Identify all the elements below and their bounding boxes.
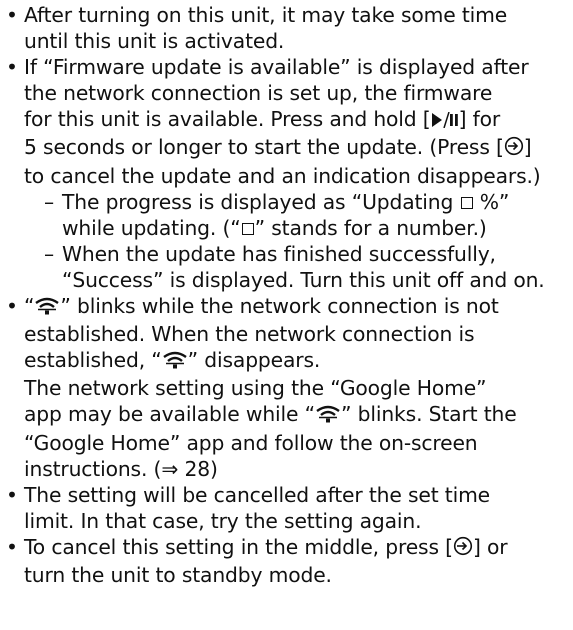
- text-line: while updating. (“ ” stands for a number.…: [62, 215, 570, 241]
- dash-marker: –: [44, 189, 54, 214]
- text-segment: “: [24, 294, 35, 319]
- text-line: limit. In that case, try the setting aga…: [24, 508, 422, 533]
- text-line: The progress is displayed as “Updating %…: [62, 189, 570, 215]
- text-line: To cancel this setting in the middle, pr…: [24, 534, 570, 562]
- box-placeholder-icon: [460, 196, 473, 209]
- text-segment: %”: [473, 189, 510, 214]
- text-line: app may be available while “ ” blinks. St…: [24, 401, 570, 429]
- power-input-icon: [504, 136, 524, 162]
- text-segment: established, “: [24, 348, 162, 373]
- wifi-icon: [34, 295, 60, 321]
- text-line: to cancel the update and an indication d…: [24, 163, 541, 188]
- sub-list-item: – The progress is displayed as “Updating…: [24, 189, 570, 241]
- bullet-marker: •: [6, 294, 18, 319]
- text-line: The setting will be cancelled after the …: [24, 482, 491, 507]
- bullet-marker: •: [6, 482, 18, 507]
- text-segment: ” disappears.: [187, 348, 321, 373]
- text-line: “ ” blinks while the network connection i…: [24, 293, 570, 321]
- instruction-list: • After turning on this unit, it may tak…: [4, 2, 570, 588]
- text-line: for this unit is available. Press and ho…: [24, 106, 570, 134]
- play-pause-icon: [431, 108, 459, 134]
- text-segment: app may be available while “: [24, 402, 315, 427]
- power-input-icon: [453, 536, 473, 562]
- list-item: • After turning on this unit, it may tak…: [4, 2, 570, 54]
- text-line: instructions. (⇒ 28): [24, 456, 218, 481]
- text-line: 5 seconds or longer to start the update.…: [24, 134, 570, 162]
- text-line: If “Firmware update is available” is dis…: [24, 55, 529, 80]
- text-line: The network setting using the “Google Ho…: [24, 376, 487, 401]
- text-segment: ]: [523, 135, 532, 160]
- text-line: the network connection is set up, the fi…: [24, 81, 493, 106]
- bullet-marker: •: [6, 55, 18, 80]
- text-line: After turning on this unit, it may take …: [24, 3, 508, 27]
- text-segment: 5 seconds or longer to start the update.…: [24, 135, 504, 160]
- text-line: When the update has finished successfull…: [62, 241, 496, 266]
- text-line: turn the unit to standby mode.: [24, 562, 332, 587]
- text-segment: ] for: [458, 107, 501, 132]
- wifi-icon: [162, 349, 188, 375]
- text-segment: while updating. (“: [62, 215, 241, 240]
- text-line: established, “ ” disappears.: [24, 347, 570, 375]
- text-segment: To cancel this setting in the middle, pr…: [24, 534, 453, 559]
- box-placeholder-icon: [241, 222, 254, 235]
- text-segment: ” blinks while the network connection is…: [60, 294, 499, 319]
- text-line: until this unit is activated.: [24, 29, 285, 54]
- list-item: • If “Firmware update is available” is d…: [4, 54, 570, 293]
- wifi-icon: [315, 403, 341, 429]
- text-segment: for this unit is available. Press and ho…: [24, 107, 431, 132]
- bullet-marker: •: [6, 3, 18, 27]
- list-item: • To cancel this setting in the middle, …: [4, 534, 570, 588]
- bullet-marker: •: [6, 534, 18, 559]
- dash-marker: –: [44, 241, 54, 266]
- list-item: • The setting will be cancelled after th…: [4, 482, 570, 534]
- text-segment: ] or: [472, 534, 508, 559]
- text-segment: The progress is displayed as “Updating: [62, 189, 460, 214]
- list-item: • “ ” blinks while the network connection…: [4, 293, 570, 482]
- text-line: “Success” is displayed. Turn this unit o…: [62, 267, 545, 292]
- text-line: established. When the network connection…: [24, 322, 475, 347]
- text-segment: ” blinks. Start the: [341, 402, 517, 427]
- text-line: “Google Home” app and follow the on-scre…: [24, 430, 478, 455]
- text-segment: ” stands for a number.): [254, 215, 487, 240]
- sub-list-item: – When the update has finished successfu…: [24, 241, 570, 293]
